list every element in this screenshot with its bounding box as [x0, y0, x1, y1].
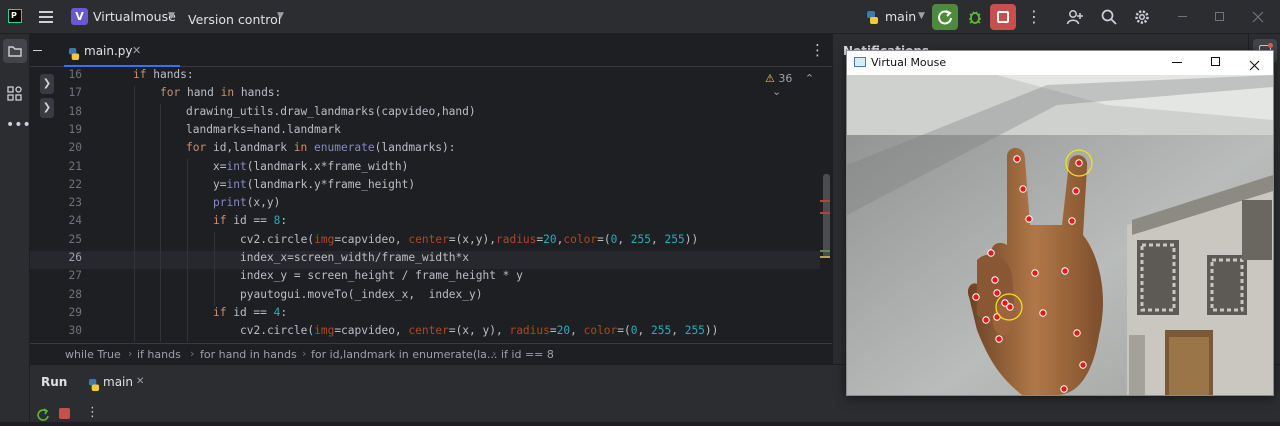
close-icon[interactable]: ✕: [132, 44, 141, 57]
breadcrumb: while True › if hands › for hand in hand…: [30, 343, 832, 364]
python-icon: [88, 376, 100, 391]
window-titlebar[interactable]: Virtual Mouse: [847, 51, 1273, 75]
code-line: 23 print(x,y): [68, 196, 281, 210]
code-line: 28 pyautogui.moveTo(_index_x, index_y): [68, 287, 483, 301]
structure-tool-button[interactable]: [3, 82, 27, 106]
maximize-icon[interactable]: [1211, 57, 1220, 66]
editor-tab-bar: main.py ✕ ⋮: [30, 34, 832, 67]
code-line: 25 cv2.circle(img=capvideo, center=(x,y),…: [68, 232, 699, 246]
add-user-button[interactable]: [1066, 8, 1084, 26]
minimize-icon[interactable]: [1178, 16, 1187, 17]
close-icon[interactable]: [1251, 9, 1265, 23]
more-vert-icon[interactable]: ⋮: [1026, 9, 1042, 25]
stop-icon[interactable]: [59, 408, 70, 419]
code-line: 18 drawing_utils.draw_landmarks(capvideo,…: [68, 104, 476, 118]
stop-icon: [997, 11, 1009, 23]
stop-button[interactable]: [990, 4, 1016, 30]
breadcrumb-item[interactable]: for hand in hands: [200, 348, 297, 361]
project-widget[interactable]: V Virtualmouse ▼: [71, 7, 176, 27]
project-name: Virtualmouse: [93, 9, 176, 24]
code-line: 22 y=int(landmark.y*frame_height): [68, 177, 416, 191]
minimize-icon[interactable]: [1172, 62, 1182, 63]
search-button[interactable]: [1100, 8, 1118, 26]
error-stripe-marker: [820, 200, 830, 202]
settings-button[interactable]: [1133, 8, 1151, 26]
breadcrumb-item[interactable]: while True: [65, 348, 121, 361]
chevron-right-icon: ›: [190, 347, 195, 360]
run-tab-main[interactable]: main ✕: [86, 370, 150, 394]
main-toolbar: P V Virtualmouse ▼ Version control ▼ mai…: [0, 0, 1280, 34]
more-vert-icon[interactable]: ⋮: [86, 406, 99, 419]
run-tab-label: main: [103, 375, 133, 389]
vcs-widget[interactable]: Version control ▼: [188, 9, 288, 27]
code-line: 30 cv2.circle(img=capvideo, center=(x, y)…: [68, 324, 719, 338]
app-window-icon: [854, 57, 866, 67]
python-icon: [866, 9, 879, 24]
editor-scrollbar[interactable]: [823, 174, 830, 258]
gear-icon: [1135, 10, 1149, 24]
code-line: 17 for hand in hands:: [68, 86, 282, 100]
close-icon[interactable]: [1249, 56, 1260, 71]
chevron-right-icon: ›: [492, 347, 497, 360]
python-icon: [68, 45, 80, 60]
hamburger-icon[interactable]: [39, 11, 53, 23]
pycharm-icon[interactable]: P: [8, 9, 22, 23]
search-icon: [1101, 9, 1117, 25]
window-title: Virtual Mouse: [871, 56, 947, 69]
code-line-current: 26 index_x=screen_width/frame_width*x: [30, 251, 820, 270]
chevron-down-icon: ▼: [168, 11, 175, 21]
more-horiz-icon[interactable]: •••: [6, 118, 31, 132]
code-line: 29 if id == 4:: [68, 305, 288, 319]
collapse-project-icon[interactable]: [33, 50, 42, 51]
structure-icon: [7, 86, 22, 101]
chevron-down-icon: ▼: [277, 11, 284, 21]
close-icon[interactable]: ✕: [136, 376, 144, 387]
camera-feed: [847, 75, 1273, 395]
virtual-mouse-window: Virtual Mouse: [846, 50, 1274, 396]
code-line: 16 if hands:: [68, 68, 194, 81]
rerun-button[interactable]: [932, 4, 958, 30]
run-config-selector[interactable]: main ▼: [866, 8, 926, 26]
run-panel-title: Run: [41, 375, 68, 389]
editor-tab-main[interactable]: main.py ✕: [64, 34, 180, 67]
rerun-icon[interactable]: [36, 407, 50, 421]
breadcrumb-item[interactable]: for id,landmark in enumerate(la...: [311, 348, 497, 361]
chevron-down-icon: ▼: [918, 11, 925, 21]
debug-button[interactable]: [964, 6, 986, 28]
more-vert-icon[interactable]: ⋮: [810, 43, 825, 58]
add-user-icon: [1066, 10, 1083, 25]
tab-label: main.py: [84, 44, 133, 58]
chevron-right-icon: ›: [302, 347, 307, 360]
folder-icon: [8, 46, 22, 57]
editor-area: main.py ✕ ⋮ ❯ ❯ ⚠ 36 ⌃ ⌄ 16 if hands: 17 f…: [30, 34, 840, 364]
vcs-label: Version control: [188, 12, 282, 27]
breadcrumb-item[interactable]: if id == 8: [501, 348, 554, 361]
run-config-label: main: [885, 9, 917, 24]
code-line: 21 x=int(landmark.x*frame_width): [68, 159, 409, 173]
rerun-icon: [938, 10, 952, 25]
code-line: 27 index_y = screen_height / frame_height…: [68, 269, 523, 283]
warning-stripe-marker: [820, 256, 830, 258]
breadcrumb-item[interactable]: if hands: [137, 348, 181, 361]
code-line: 19 landmarks=hand.landmark: [68, 122, 341, 136]
tool-window-strip: •••: [0, 34, 31, 422]
maximize-icon[interactable]: [1215, 12, 1224, 21]
code-line: 20 for id,landmark in enumerate(landmarks…: [68, 141, 456, 155]
code-line: 24 if id == 8:: [68, 214, 288, 228]
warning-stripe-marker: [820, 250, 830, 252]
code-view[interactable]: 16 if hands: 17 for hand in hands: 18 drawi…: [30, 68, 820, 342]
project-badge: V: [71, 8, 88, 25]
debug-icon: [969, 11, 981, 24]
chevron-right-icon: ›: [128, 347, 133, 360]
project-tool-button[interactable]: [3, 39, 27, 63]
error-stripe-marker: [820, 212, 830, 214]
